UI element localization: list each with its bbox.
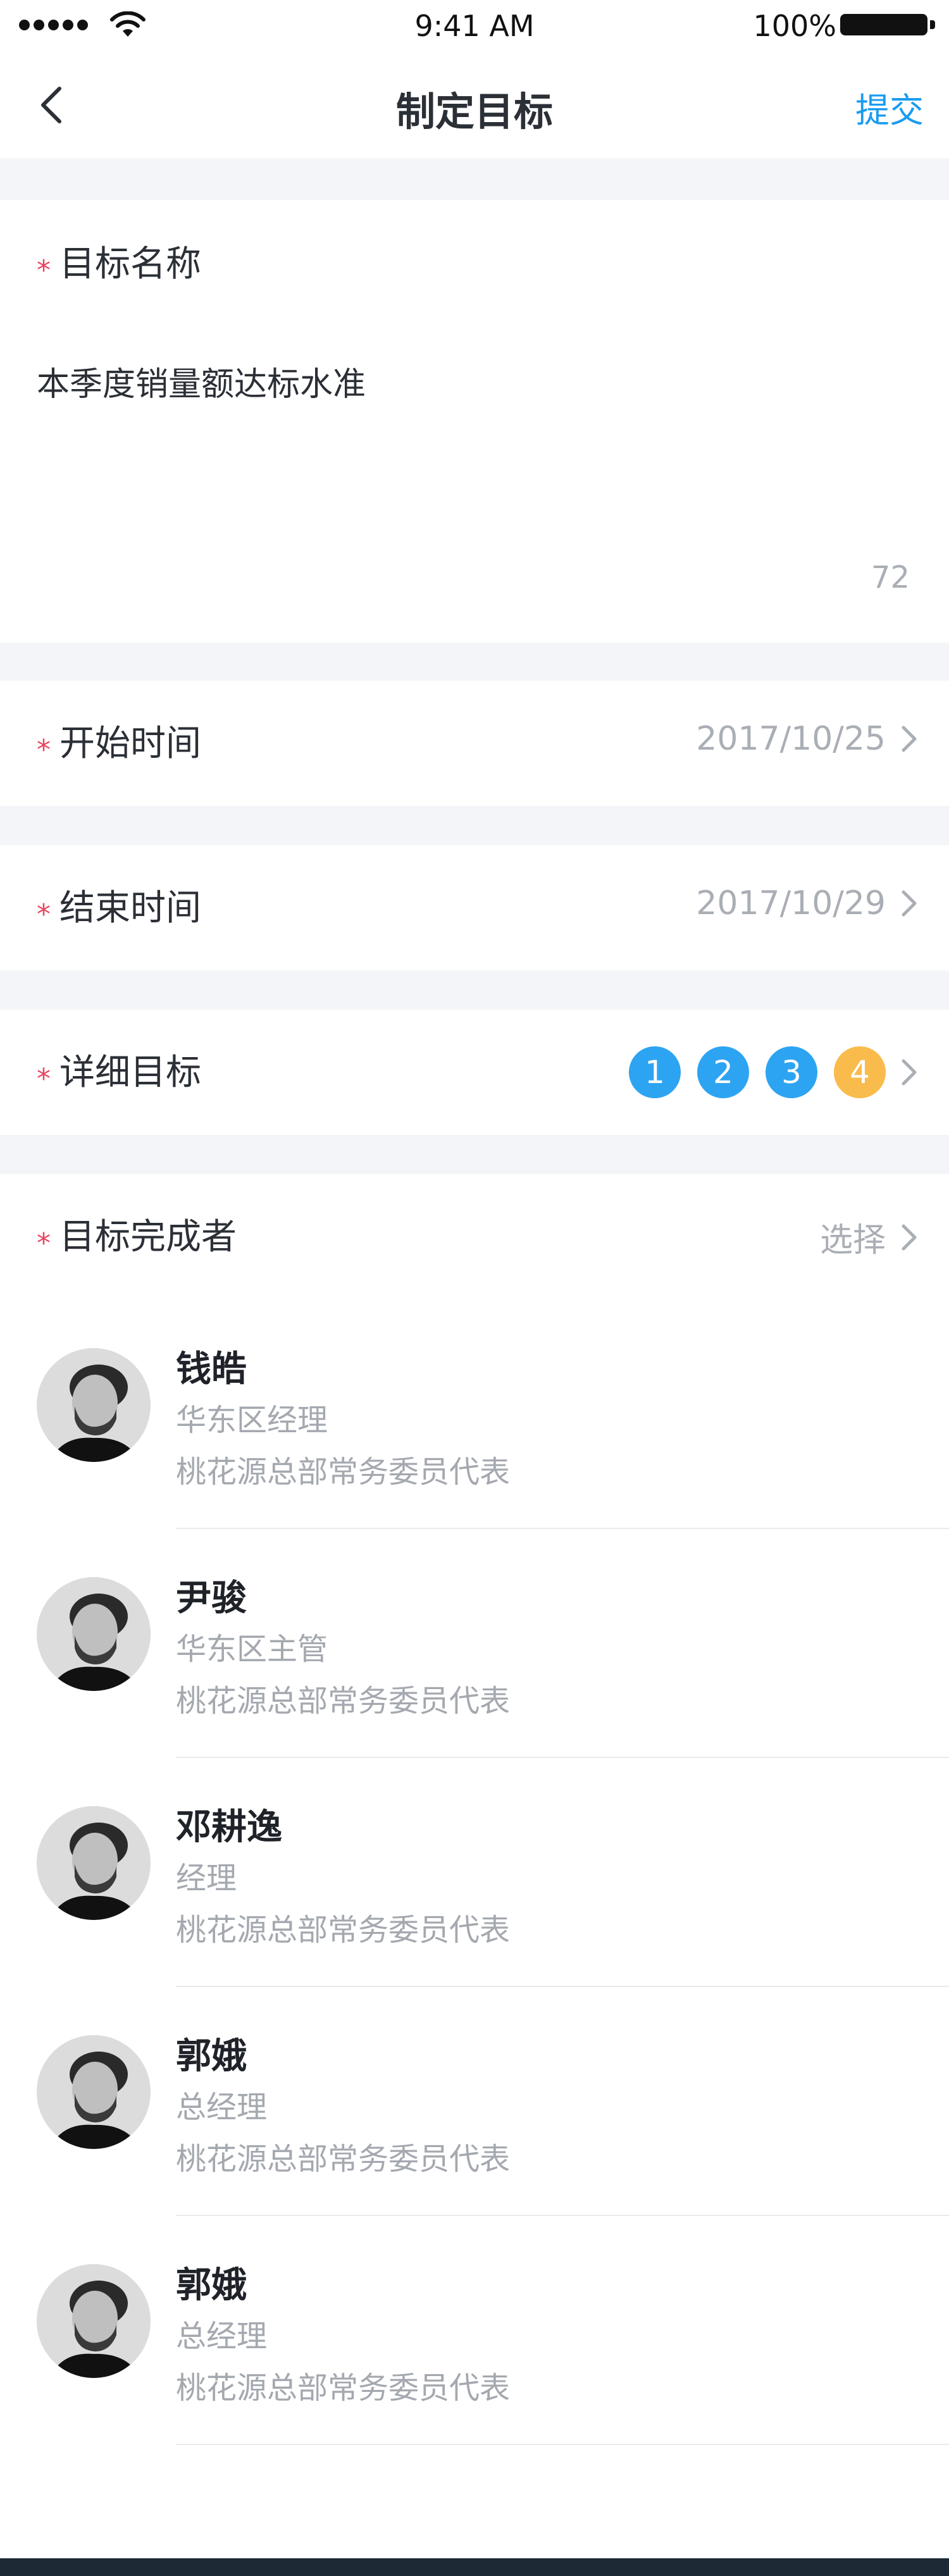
person-name: 郭娥 bbox=[176, 2265, 247, 2306]
battery-percent: 100% bbox=[753, 9, 836, 43]
person-name: 钱皓 bbox=[176, 1349, 247, 1390]
divider bbox=[176, 2444, 949, 2445]
person-org: 桃花源总部常务委员代表 bbox=[176, 1912, 511, 1948]
avatar bbox=[37, 2264, 151, 2378]
section-gap bbox=[0, 1135, 949, 1174]
end-time-value: 2017/10/29 bbox=[696, 884, 886, 922]
avatar bbox=[37, 1348, 151, 1462]
start-time-label: 开始时间 bbox=[59, 723, 201, 764]
select-completers-button[interactable]: 选择 bbox=[820, 1213, 919, 1261]
navigation-bar: 制定目标 提交 bbox=[0, 51, 949, 158]
person-title: 总经理 bbox=[176, 2090, 268, 2125]
goal-name-label: 目标名称 bbox=[59, 244, 201, 285]
battery-icon bbox=[840, 14, 935, 35]
person-org: 桃花源总部常务委员代表 bbox=[176, 2141, 511, 2177]
list-item[interactable]: 郭娥 总经理 桃花源总部常务委员代表 bbox=[0, 2216, 949, 2445]
start-time-value: 2017/10/25 bbox=[696, 720, 886, 758]
avatar bbox=[37, 1577, 151, 1691]
select-label: 选择 bbox=[819, 1222, 886, 1260]
person-title: 经理 bbox=[176, 1861, 237, 1896]
section-gap bbox=[0, 643, 949, 681]
detail-goals-content: * 详细目标 1 2 3 4 bbox=[0, 1044, 949, 1101]
goal-name-input[interactable]: 本季度销量额达标水准 bbox=[37, 357, 366, 405]
detail-goals-label: 详细目标 bbox=[59, 1052, 201, 1093]
section-gap bbox=[0, 970, 949, 1010]
completers-label: 目标完成者 bbox=[59, 1217, 237, 1258]
person-org: 桃花源总部常务委员代表 bbox=[176, 1683, 511, 1719]
goal-badge-3[interactable]: 3 bbox=[766, 1046, 817, 1098]
char-counter: 72 bbox=[871, 560, 910, 595]
required-star: * bbox=[37, 1227, 51, 1260]
list-item[interactable]: 邓耕逸 经理 桃花源总部常务委员代表 bbox=[0, 1758, 949, 1987]
end-time-content: * 结束时间 2017/10/29 bbox=[0, 879, 949, 936]
person-title: 华东区经理 bbox=[176, 1403, 328, 1438]
footer-bar bbox=[0, 2558, 949, 2576]
person-name: 邓耕逸 bbox=[176, 1807, 282, 1848]
chevron-right-icon bbox=[902, 1224, 917, 1250]
person-title: 华东区主管 bbox=[176, 1632, 328, 1667]
required-star: * bbox=[37, 898, 51, 931]
end-time-label: 结束时间 bbox=[59, 888, 201, 929]
section-gap bbox=[0, 158, 949, 200]
goal-badge-2[interactable]: 2 bbox=[697, 1046, 749, 1098]
submit-button[interactable]: 提交 bbox=[855, 82, 924, 132]
page-title: 制定目标 bbox=[395, 89, 553, 135]
chevron-right-icon bbox=[902, 1059, 917, 1086]
chevron-right-icon bbox=[902, 890, 917, 917]
person-org: 桃花源总部常务委员代表 bbox=[176, 1454, 511, 1490]
avatar bbox=[37, 2035, 151, 2149]
person-title: 总经理 bbox=[176, 2319, 268, 2354]
list-item[interactable]: 郭娥 总经理 桃花源总部常务委员代表 bbox=[0, 1987, 949, 2216]
list-item[interactable]: 钱皓 华东区经理 桃花源总部常务委员代表 bbox=[0, 1300, 949, 1529]
list-item[interactable]: 尹骏 华东区主管 桃花源总部常务委员代表 bbox=[0, 1529, 949, 1758]
required-star: * bbox=[37, 734, 51, 766]
goal-name-row: * 目标名称 bbox=[0, 235, 949, 292]
start-time-content: * 开始时间 2017/10/25 bbox=[0, 715, 949, 772]
avatar bbox=[37, 1806, 151, 1920]
required-star: * bbox=[37, 1063, 51, 1095]
section-gap bbox=[0, 806, 949, 845]
status-bar: 9:41 AM 100% bbox=[0, 0, 949, 51]
person-name: 郭娥 bbox=[176, 2036, 247, 2077]
chevron-right-icon bbox=[902, 726, 917, 752]
goal-badge-4[interactable]: 4 bbox=[834, 1046, 886, 1098]
person-org: 桃花源总部常务委员代表 bbox=[176, 2370, 511, 2406]
required-star: * bbox=[37, 254, 51, 287]
goal-badge-1[interactable]: 1 bbox=[629, 1046, 681, 1098]
completers-header: * 目标完成者 选择 bbox=[0, 1208, 949, 1265]
person-name: 尹骏 bbox=[176, 1578, 247, 1619]
